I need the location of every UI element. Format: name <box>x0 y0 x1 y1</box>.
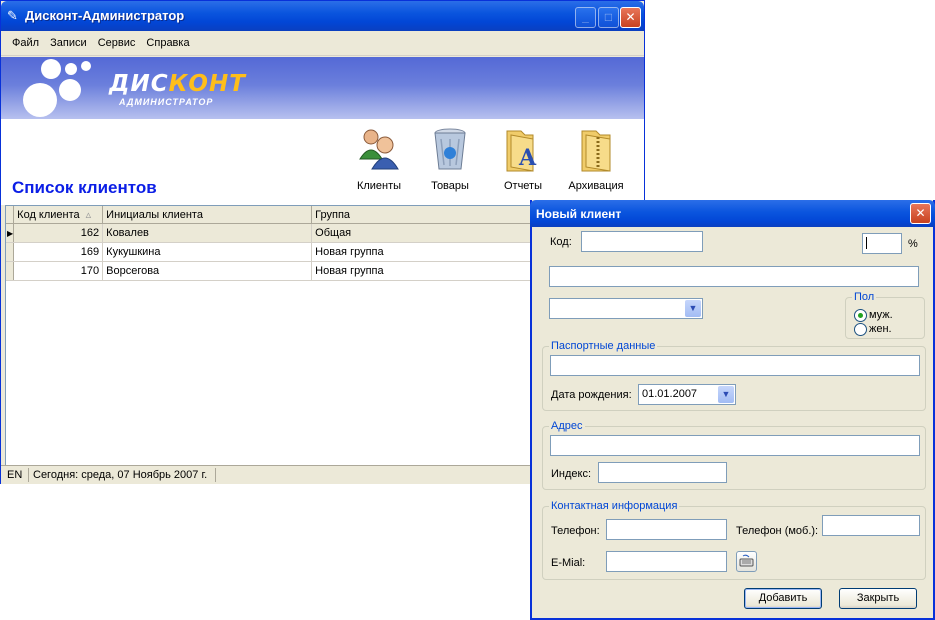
recycle-bin-icon <box>426 125 474 173</box>
gender-male-radio[interactable] <box>854 309 867 322</box>
main-titlebar[interactable]: ✎ Дисконт-Администратор _ □ ✕ <box>1 1 644 31</box>
index-label: Индекс: <box>551 468 592 480</box>
gender-male-label: муж. <box>869 309 893 321</box>
passport-group: Паспортные данные Дата рождения: 01.01.2… <box>542 340 926 411</box>
logo-dot <box>81 61 91 71</box>
add-button[interactable]: Добавить <box>744 588 822 609</box>
menu-records[interactable]: Записи <box>50 37 87 49</box>
toolbar-reports-button[interactable]: A Отчеты <box>491 125 555 192</box>
reports-folder-icon: A <box>499 125 547 173</box>
window-title: Дисконт-Администратор <box>25 8 185 23</box>
menu-bar: Файл Записи Сервис Справка <box>1 31 644 56</box>
phone-input[interactable] <box>606 519 727 540</box>
page-title: Список клиентов <box>12 178 157 197</box>
send-mail-button[interactable] <box>736 551 757 572</box>
content-header: Список клиентов Клиенты Товары A Отчеты … <box>1 119 644 205</box>
email-label: E-Mial: <box>551 557 586 569</box>
birth-date-value: 01.01.2007 <box>642 388 698 400</box>
menu-help[interactable]: Справка <box>146 37 189 49</box>
cell-code: 170 <box>13 261 104 281</box>
text-caret <box>866 237 867 249</box>
row-indicator-header <box>6 206 15 224</box>
gender-female-radio[interactable] <box>854 323 867 336</box>
brand-logo-text: ДИСКОНТ <box>109 71 246 97</box>
status-date: Сегодня: среда, 07 Ноябрь 2007 г. <box>33 469 208 481</box>
logo-dot <box>41 59 61 79</box>
toolbar-clients-label: Клиенты <box>356 180 402 192</box>
index-input[interactable] <box>598 462 727 483</box>
status-separator <box>215 468 216 482</box>
menu-service[interactable]: Сервис <box>98 37 136 49</box>
address-group-title: Адрес <box>549 420 585 432</box>
cell-initials: Кукушкина <box>102 242 313 262</box>
email-input[interactable] <box>606 551 727 572</box>
minimize-button[interactable]: _ <box>575 7 596 28</box>
passport-group-title: Паспортные данные <box>549 340 658 352</box>
column-header-initials[interactable]: Инициалы клиента <box>102 206 313 224</box>
code-label: Код: <box>550 236 572 248</box>
dialog-title: Новый клиент <box>536 207 622 221</box>
gender-female-label: жен. <box>869 323 892 335</box>
svg-text:A: A <box>518 145 537 171</box>
sort-asc-icon: ▵ <box>85 209 92 221</box>
toolbar-clients-button[interactable]: Клиенты <box>347 125 411 192</box>
brand-subtitle: АДМИНИСТРАТОР <box>119 97 214 107</box>
chevron-down-icon[interactable]: ▼ <box>685 300 701 317</box>
gender-group: Пол муж. жен. <box>845 291 925 339</box>
toolbar-archive-label: Архивация <box>568 180 624 192</box>
column-header-code[interactable]: Код клиента ▵ <box>13 206 104 224</box>
cell-code: 162 <box>13 223 104 243</box>
calendar-dropdown-icon[interactable]: ▼ <box>718 386 734 403</box>
archive-folder-icon <box>572 125 620 173</box>
app-icon: ✎ <box>7 8 18 23</box>
toolbar-archive-button[interactable]: Архивация <box>564 125 628 192</box>
discount-percent-input[interactable] <box>862 233 902 254</box>
mobile-phone-label: Телефон (моб.): <box>736 525 819 537</box>
status-language: EN <box>7 469 23 481</box>
row-indicator <box>6 261 15 281</box>
clients-icon <box>355 125 403 173</box>
status-separator <box>28 468 29 482</box>
address-input[interactable] <box>550 435 920 456</box>
dialog-close-button[interactable]: ✕ <box>910 203 931 224</box>
close-dialog-button[interactable]: Закрыть <box>839 588 917 609</box>
toolbar-reports-label: Отчеты <box>503 180 543 192</box>
cell-initials: Ковалев <box>102 223 313 243</box>
close-button[interactable]: ✕ <box>620 7 641 28</box>
birth-date-picker[interactable]: 01.01.2007 ▼ <box>638 384 736 405</box>
cell-initials: Ворсегова <box>102 261 313 281</box>
percent-label: % <box>908 238 918 250</box>
brand-banner: ДИСКОНТ АДМИНИСТРАТОР <box>1 57 644 119</box>
code-input[interactable] <box>581 231 703 252</box>
address-group: Адрес Индекс: <box>542 420 926 490</box>
contact-group-title: Контактная информация <box>549 500 680 512</box>
new-client-dialog: Новый клиент ✕ Код: % ▼ Пол муж. жен. Па… <box>530 200 935 620</box>
maximize-button[interactable]: □ <box>598 7 619 28</box>
gender-group-title: Пол <box>852 291 877 303</box>
row-indicator <box>6 242 15 262</box>
toolbar-goods-button[interactable]: Товары <box>418 125 482 192</box>
mobile-phone-input[interactable] <box>822 515 920 536</box>
cell-code: 169 <box>13 242 104 262</box>
menu-file[interactable]: Файл <box>12 37 39 49</box>
phone-label: Телефон: <box>551 525 600 537</box>
current-row-pointer-icon: ▶ <box>6 223 15 243</box>
logo-dot <box>59 79 81 101</box>
contact-group: Контактная информация Телефон: Телефон (… <box>542 500 926 580</box>
birth-date-label: Дата рождения: <box>551 389 632 401</box>
logo-dot <box>23 83 57 117</box>
toolbar-goods-label: Товары <box>431 180 469 192</box>
group-select[interactable]: ▼ <box>549 298 703 319</box>
name-input[interactable] <box>549 266 919 287</box>
keyboard-icon <box>739 554 754 567</box>
logo-dot <box>65 63 77 75</box>
dialog-titlebar[interactable]: Новый клиент ✕ <box>530 200 935 227</box>
passport-input[interactable] <box>550 355 920 376</box>
